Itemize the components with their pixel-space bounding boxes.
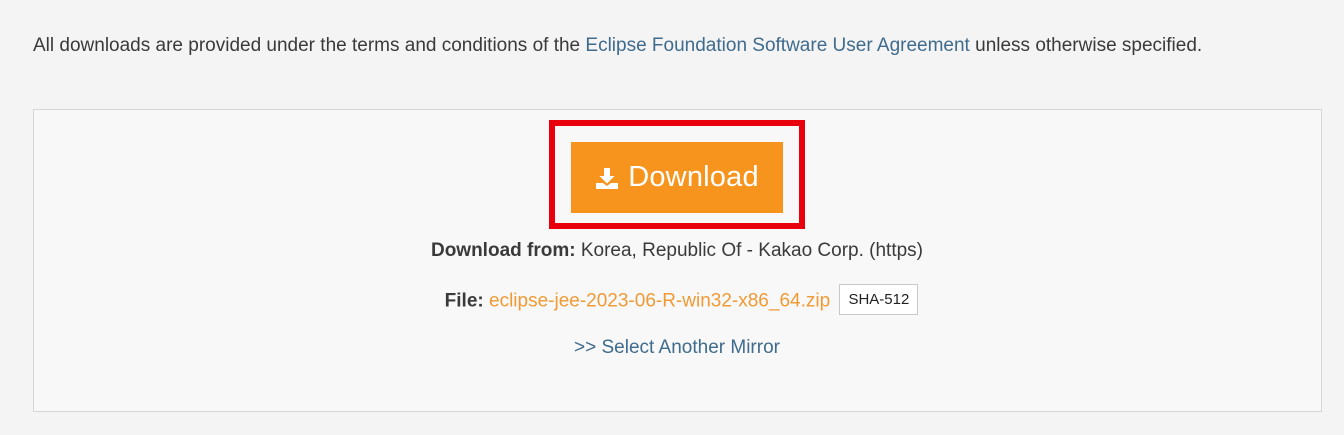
download-button-label: Download xyxy=(628,161,759,193)
file-label: File: xyxy=(444,290,484,312)
download-from-value: Korea, Republic Of - Kakao Corp. (https) xyxy=(580,240,924,261)
terms-notice: All downloads are provided under the ter… xyxy=(33,31,1303,61)
user-agreement-link[interactable]: Eclipse Foundation Software User Agreeme… xyxy=(585,35,969,56)
download-button[interactable]: Download xyxy=(571,142,783,213)
file-info: File: eclipse-jee-2023-06-R-win32-x86_64… xyxy=(0,284,1344,317)
download-source: Download from: Korea, Republic Of - Kaka… xyxy=(0,238,1344,264)
mirror-selector: >> Select Another Mirror xyxy=(0,335,1344,361)
terms-text-after: unless otherwise specified. xyxy=(969,35,1203,56)
terms-text-before: All downloads are provided under the ter… xyxy=(33,35,586,56)
sha-512-button[interactable]: SHA-512 xyxy=(839,284,919,315)
file-name-link[interactable]: eclipse-jee-2023-06-R-win32-x86_64.zip xyxy=(489,291,830,312)
download-from-label: Download from: xyxy=(430,240,576,261)
select-another-mirror-link[interactable]: >> Select Another Mirror xyxy=(574,337,780,358)
download-icon xyxy=(595,166,619,190)
